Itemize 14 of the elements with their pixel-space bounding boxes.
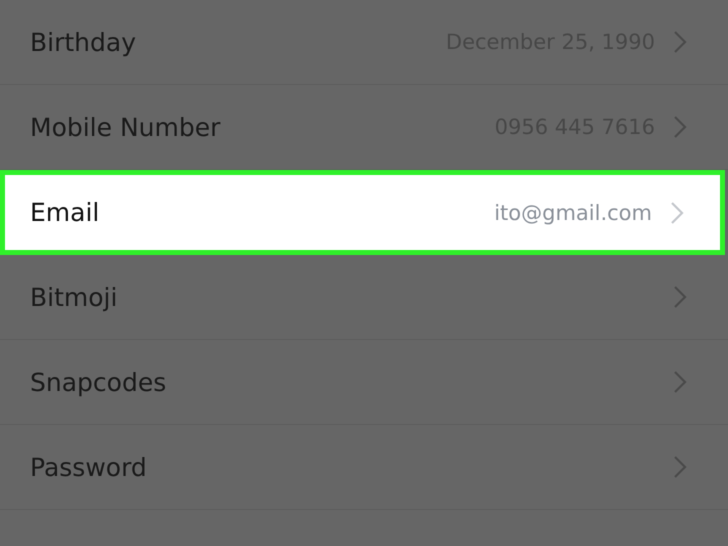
chevron-icon <box>673 115 687 139</box>
setting-value: ito@gmail.com <box>494 200 652 224</box>
setting-label: Password <box>30 452 148 482</box>
chevron-icon <box>673 30 687 54</box>
chevron-icon <box>670 200 684 224</box>
setting-label: Email <box>30 198 100 227</box>
chevron-icon <box>673 455 687 479</box>
setting-label: Birthday <box>30 28 138 56</box>
setting-label: Snapcodes <box>30 368 168 396</box>
settings-row[interactable]: Email ito@gmail.com <box>0 170 725 255</box>
setting-label: Bitmoji <box>30 282 118 312</box>
setting-label: Mobile Number <box>30 112 222 142</box>
chevron-icon <box>673 285 687 309</box>
chevron-icon <box>673 370 687 394</box>
